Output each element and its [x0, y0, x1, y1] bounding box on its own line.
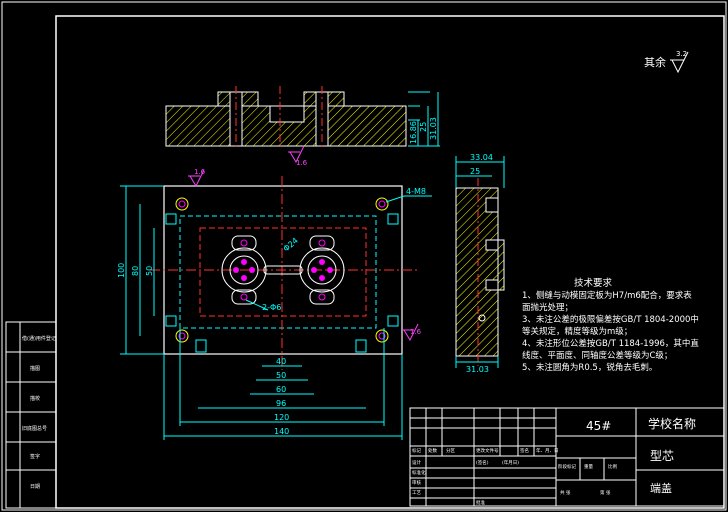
dim-text: 50: [276, 371, 286, 380]
tech-line: 线度、平面度、同轴度公差等级为C级；: [522, 351, 673, 361]
left-strip: [5, 321, 57, 509]
top-view: [165, 86, 407, 150]
callout-text: 4-M8: [406, 187, 426, 196]
tb-label: 标记: [412, 447, 421, 454]
dim-text: 16.86: [409, 121, 418, 144]
tb-label: 比例: [608, 463, 617, 470]
tb-label: 标准化: [412, 469, 426, 476]
dim-text: 120: [274, 413, 289, 422]
tb-label: 处数: [428, 447, 437, 454]
tb-label: 工艺: [412, 490, 421, 496]
strip-label: 签字: [30, 453, 40, 460]
tb-label: 分区: [446, 447, 455, 454]
roughness-value: 1.6: [194, 168, 206, 176]
tb-label: 重量: [584, 463, 593, 470]
sheet-border: [1, 1, 727, 511]
dim-text: 100: [117, 263, 126, 278]
leader-line: [385, 195, 405, 203]
school-name: 学校名称: [648, 416, 696, 431]
callout-text: 2-Φ6: [262, 303, 281, 312]
strip-label: 借(通)用件登记: [22, 335, 56, 342]
tb-label: 年、月、日: [536, 447, 559, 454]
callout-text: Φ24: [282, 236, 300, 253]
tech-title: 技术要求: [574, 278, 613, 289]
dim-text: 33.04: [470, 153, 493, 162]
tech-line: 4、未注形位公差按GB/T 1184-1996，其中直: [522, 339, 699, 349]
side-view: [455, 178, 505, 366]
strip-label: 描图: [30, 365, 40, 372]
cad-drawing: 借(通)用件登记 描图 描校 旧底图总号 签字 日期 其余 3.2 16.86 …: [1, 1, 727, 511]
strip-label: 旧底图总号: [22, 425, 47, 432]
strip-label: 描校: [30, 395, 40, 402]
material: 45#: [586, 419, 611, 433]
tech-requirements: 技术要求 1、侧缝与动模固定板为H7/m6配合，要求表 面抛光处理； 3、未注公…: [522, 278, 699, 374]
dim-text: 96: [276, 399, 286, 408]
tb-label: 共 张: [560, 489, 571, 496]
front-roughness: [188, 169, 419, 342]
drawing-name: 端盖: [650, 481, 672, 495]
tb-label: 设计: [412, 459, 421, 466]
tech-line: 1、侧缝与动模固定板为H7/m6配合，要求表: [522, 291, 692, 301]
roughness-value: 1.6: [410, 328, 422, 336]
tb-label: (年月日): [502, 459, 519, 466]
dim-text: 31.03: [466, 365, 489, 374]
finish-note: 其余: [644, 55, 666, 69]
part-name: 型芯: [650, 449, 674, 463]
dim-text: 50: [145, 266, 154, 276]
inner-frame: [55, 15, 725, 509]
dim-text: 40: [276, 357, 286, 366]
front-view: [150, 176, 420, 370]
tb-label: 第 张: [600, 489, 611, 496]
tb-label: 更改文件号: [476, 447, 499, 454]
tech-line: 面抛光处理；: [522, 303, 574, 313]
tb-label: 签名: [520, 447, 529, 454]
tb-label: (签名): [476, 459, 489, 466]
roughness-value: 3.2: [676, 50, 687, 58]
dim-text: 140: [274, 427, 289, 436]
tech-line: 3、未注公差的极限偏差按GB/T 1804-2000中: [522, 315, 699, 325]
tb-label: 审核: [412, 479, 421, 486]
dim-text: 25: [470, 167, 480, 176]
strip-label: 日期: [30, 484, 40, 490]
tech-line: 等关规定，精度等级为m级；: [522, 327, 633, 337]
dim-text: 31.03: [429, 117, 438, 140]
dim-text: 25: [419, 122, 428, 132]
dim-text: 80: [131, 266, 140, 276]
tb-label: 阶段标记: [558, 463, 576, 470]
tb-label: 批准: [476, 499, 485, 506]
dim-text: 60: [276, 385, 286, 394]
roughness-value: 1.6: [296, 159, 308, 167]
tech-line: 5、未注圆角为R0.5，锐角去毛刺。: [522, 363, 658, 373]
